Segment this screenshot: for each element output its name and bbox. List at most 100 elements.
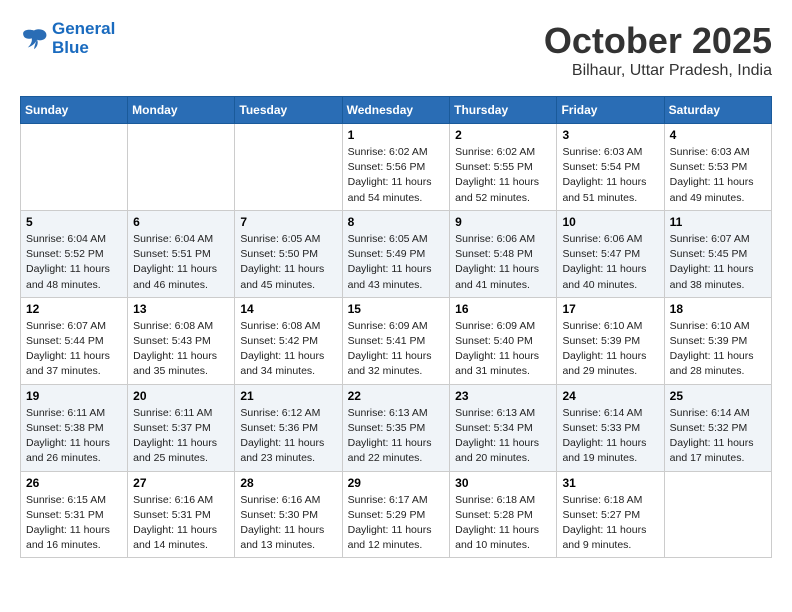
day-info: Sunrise: 6:04 AM Sunset: 5:52 PM Dayligh…: [26, 232, 122, 293]
day-info: Sunrise: 6:09 AM Sunset: 5:41 PM Dayligh…: [348, 319, 445, 380]
day-info: Sunrise: 6:18 AM Sunset: 5:27 PM Dayligh…: [562, 493, 658, 554]
day-number: 4: [670, 128, 766, 142]
logo-icon: [20, 27, 48, 51]
day-number: 30: [455, 476, 551, 490]
calendar-cell: 24Sunrise: 6:14 AM Sunset: 5:33 PM Dayli…: [557, 384, 664, 471]
day-number: 1: [348, 128, 445, 142]
day-info: Sunrise: 6:15 AM Sunset: 5:31 PM Dayligh…: [26, 493, 122, 554]
day-number: 22: [348, 389, 445, 403]
calendar-week-row: 26 Sunrise: 6:15 AM Sunset: 5:31 PM Dayli…: [21, 471, 772, 558]
calendar-cell: 27Sunrise: 6:16 AM Sunset: 5:31 PM Dayli…: [128, 471, 235, 558]
day-info: Sunrise: 6:09 AM Sunset: 5:40 PM Dayligh…: [455, 319, 551, 380]
calendar-cell: 20 Sunrise: 6:11 AM Sunset: 5:37 PM Dayli…: [128, 384, 235, 471]
calendar-cell: 26 Sunrise: 6:15 AM Sunset: 5:31 PM Dayli…: [21, 471, 128, 558]
day-info: Sunrise: 6:14 AM Sunset: 5:33 PM Dayligh…: [562, 406, 658, 467]
day-info: Sunrise: 6:11 AM Sunset: 5:37 PM Dayligh…: [133, 406, 229, 467]
day-info: Sunrise: 6:10 AM Sunset: 5:39 PM Dayligh…: [670, 319, 766, 380]
day-number: 18: [670, 302, 766, 316]
day-info: Sunrise: 6:05 AM Sunset: 5:50 PM Dayligh…: [240, 232, 336, 293]
logo: General Blue: [20, 20, 115, 57]
day-info: Sunrise: 6:08 AM Sunset: 5:43 PM Dayligh…: [133, 319, 229, 380]
weekday-header: Thursday: [450, 97, 557, 124]
calendar-week-row: 5 Sunrise: 6:04 AM Sunset: 5:52 PM Daylig…: [21, 210, 772, 297]
day-number: 12: [26, 302, 122, 316]
day-info: Sunrise: 6:13 AM Sunset: 5:35 PM Dayligh…: [348, 406, 445, 467]
title-block: October 2025 Bilhaur, Uttar Pradesh, Ind…: [544, 20, 772, 80]
calendar-cell: 6 Sunrise: 6:04 AM Sunset: 5:51 PM Daylig…: [128, 210, 235, 297]
day-number: 15: [348, 302, 445, 316]
weekday-header: Wednesday: [342, 97, 450, 124]
calendar-cell: 14 Sunrise: 6:08 AM Sunset: 5:42 PM Dayli…: [235, 297, 342, 384]
day-number: 26: [26, 476, 122, 490]
calendar-cell: 9 Sunrise: 6:06 AM Sunset: 5:48 PM Daylig…: [450, 210, 557, 297]
calendar-cell: 2 Sunrise: 6:02 AM Sunset: 5:55 PM Daylig…: [450, 124, 557, 211]
day-info: Sunrise: 6:06 AM Sunset: 5:48 PM Dayligh…: [455, 232, 551, 293]
calendar-cell: 17Sunrise: 6:10 AM Sunset: 5:39 PM Dayli…: [557, 297, 664, 384]
day-number: 16: [455, 302, 551, 316]
day-info: Sunrise: 6:14 AM Sunset: 5:32 PM Dayligh…: [670, 406, 766, 467]
day-number: 3: [562, 128, 658, 142]
day-info: Sunrise: 6:06 AM Sunset: 5:47 PM Dayligh…: [562, 232, 658, 293]
calendar-cell: 4 Sunrise: 6:03 AM Sunset: 5:53 PM Daylig…: [664, 124, 771, 211]
day-info: Sunrise: 6:13 AM Sunset: 5:34 PM Dayligh…: [455, 406, 551, 467]
day-info: Sunrise: 6:03 AM Sunset: 5:53 PM Dayligh…: [670, 145, 766, 206]
calendar-week-row: 12 Sunrise: 6:07 AM Sunset: 5:44 PM Dayli…: [21, 297, 772, 384]
calendar-cell: [235, 124, 342, 211]
day-info: Sunrise: 6:16 AM Sunset: 5:31 PM Dayligh…: [133, 493, 229, 554]
day-number: 20: [133, 389, 229, 403]
calendar-cell: 23Sunrise: 6:13 AM Sunset: 5:34 PM Dayli…: [450, 384, 557, 471]
calendar-cell: 19 Sunrise: 6:11 AM Sunset: 5:38 PM Dayli…: [21, 384, 128, 471]
day-number: 10: [562, 215, 658, 229]
calendar-cell: 16 Sunrise: 6:09 AM Sunset: 5:40 PM Dayli…: [450, 297, 557, 384]
day-number: 9: [455, 215, 551, 229]
day-number: 29: [348, 476, 445, 490]
calendar-cell: 18 Sunrise: 6:10 AM Sunset: 5:39 PM Dayli…: [664, 297, 771, 384]
day-info: Sunrise: 6:03 AM Sunset: 5:54 PM Dayligh…: [562, 145, 658, 206]
calendar-cell: 29 Sunrise: 6:17 AM Sunset: 5:29 PM Dayli…: [342, 471, 450, 558]
day-number: 6: [133, 215, 229, 229]
day-info: Sunrise: 6:17 AM Sunset: 5:29 PM Dayligh…: [348, 493, 445, 554]
calendar-cell: 30 Sunrise: 6:18 AM Sunset: 5:28 PM Dayli…: [450, 471, 557, 558]
location-subtitle: Bilhaur, Uttar Pradesh, India: [544, 62, 772, 80]
weekday-header: Sunday: [21, 97, 128, 124]
day-info: Sunrise: 6:04 AM Sunset: 5:51 PM Dayligh…: [133, 232, 229, 293]
weekday-header-row: SundayMondayTuesdayWednesdayThursdayFrid…: [21, 97, 772, 124]
calendar-cell: 11Sunrise: 6:07 AM Sunset: 5:45 PM Dayli…: [664, 210, 771, 297]
calendar-cell: 5 Sunrise: 6:04 AM Sunset: 5:52 PM Daylig…: [21, 210, 128, 297]
page-header: General Blue October 2025 Bilhaur, Uttar…: [20, 20, 772, 80]
day-info: Sunrise: 6:02 AM Sunset: 5:55 PM Dayligh…: [455, 145, 551, 206]
weekday-header: Friday: [557, 97, 664, 124]
day-number: 31: [562, 476, 658, 490]
calendar-cell: 7 Sunrise: 6:05 AM Sunset: 5:50 PM Daylig…: [235, 210, 342, 297]
calendar-cell: [21, 124, 128, 211]
day-info: Sunrise: 6:07 AM Sunset: 5:44 PM Dayligh…: [26, 319, 122, 380]
day-number: 5: [26, 215, 122, 229]
calendar-cell: 1 Sunrise: 6:02 AM Sunset: 5:56 PM Daylig…: [342, 124, 450, 211]
calendar-week-row: 19 Sunrise: 6:11 AM Sunset: 5:38 PM Dayli…: [21, 384, 772, 471]
weekday-header: Tuesday: [235, 97, 342, 124]
calendar-cell: 15 Sunrise: 6:09 AM Sunset: 5:41 PM Dayli…: [342, 297, 450, 384]
day-info: Sunrise: 6:07 AM Sunset: 5:45 PM Dayligh…: [670, 232, 766, 293]
calendar-cell: 8 Sunrise: 6:05 AM Sunset: 5:49 PM Daylig…: [342, 210, 450, 297]
day-info: Sunrise: 6:12 AM Sunset: 5:36 PM Dayligh…: [240, 406, 336, 467]
day-info: Sunrise: 6:05 AM Sunset: 5:49 PM Dayligh…: [348, 232, 445, 293]
day-number: 25: [670, 389, 766, 403]
day-info: Sunrise: 6:08 AM Sunset: 5:42 PM Dayligh…: [240, 319, 336, 380]
calendar-cell: [664, 471, 771, 558]
day-number: 19: [26, 389, 122, 403]
day-number: 7: [240, 215, 336, 229]
day-number: 14: [240, 302, 336, 316]
day-info: Sunrise: 6:02 AM Sunset: 5:56 PM Dayligh…: [348, 145, 445, 206]
calendar-cell: 25 Sunrise: 6:14 AM Sunset: 5:32 PM Dayli…: [664, 384, 771, 471]
day-number: 2: [455, 128, 551, 142]
day-info: Sunrise: 6:11 AM Sunset: 5:38 PM Dayligh…: [26, 406, 122, 467]
calendar-cell: 21Sunrise: 6:12 AM Sunset: 5:36 PM Dayli…: [235, 384, 342, 471]
day-number: 8: [348, 215, 445, 229]
day-number: 17: [562, 302, 658, 316]
calendar-cell: [128, 124, 235, 211]
calendar-cell: 28Sunrise: 6:16 AM Sunset: 5:30 PM Dayli…: [235, 471, 342, 558]
calendar-cell: 12 Sunrise: 6:07 AM Sunset: 5:44 PM Dayli…: [21, 297, 128, 384]
calendar-cell: 10 Sunrise: 6:06 AM Sunset: 5:47 PM Dayli…: [557, 210, 664, 297]
calendar-week-row: 1 Sunrise: 6:02 AM Sunset: 5:56 PM Daylig…: [21, 124, 772, 211]
day-info: Sunrise: 6:18 AM Sunset: 5:28 PM Dayligh…: [455, 493, 551, 554]
